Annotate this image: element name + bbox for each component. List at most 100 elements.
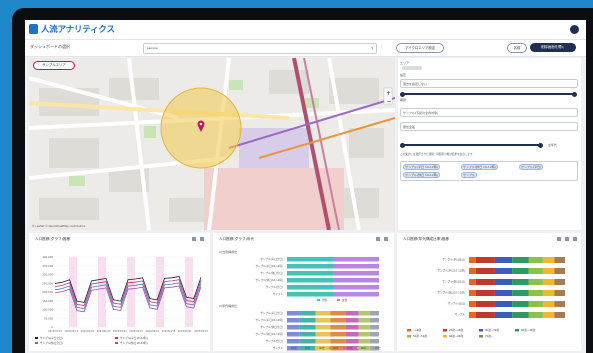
compare-chip[interactable]: サンプル(休日 10-12時) xyxy=(403,172,440,178)
area-settings-label: マイクロエリア設定 xyxy=(404,46,436,50)
bar-segment xyxy=(542,301,555,307)
age-share-chart[interactable]: サンプル(平日全日) サンプル(平日10-12時) サンプル(休日全日) サンプル(休… xyxy=(397,233,581,351)
more-icon[interactable]: ⋮ xyxy=(380,44,383,48)
bar-row-label: サンプル(平日10-12時) xyxy=(255,264,283,268)
legend-label: 40代 xyxy=(333,346,339,350)
bar-segment xyxy=(369,339,379,344)
map-attribution: © Leaflet © OpenStreetMap contributors xyxy=(32,225,86,228)
legend-label: 女性 xyxy=(342,298,348,302)
x-tick-label: 2023/01/15 xyxy=(64,330,78,333)
bar-segment xyxy=(542,312,555,318)
target-select[interactable]: サンプル(下記の全件対象) xyxy=(400,108,578,117)
bar-segment xyxy=(542,290,555,296)
bar-segment xyxy=(528,301,543,307)
legend-label: 70代 xyxy=(375,346,381,350)
legend-swatch xyxy=(115,337,118,339)
bar-row-label: サンプル xyxy=(273,346,284,350)
bar-segment xyxy=(494,312,513,318)
expand-icon[interactable] xyxy=(192,237,196,241)
attribute-select[interactable]: 属性全般 xyxy=(400,122,578,131)
bar-segment xyxy=(542,257,555,263)
compare-chip[interactable]: サンプル(休日 10-12時) xyxy=(461,164,498,170)
x-tick-label: 2023/01/01 xyxy=(48,330,62,333)
bar-segment xyxy=(512,301,529,307)
area-chip[interactable]: サンプルエリア xyxy=(33,61,75,70)
bar-segment xyxy=(287,271,333,276)
name-button-label: 名前 xyxy=(513,46,521,50)
bar-segment xyxy=(542,268,555,274)
card-gender-age: 人口推移(グラフ)年代 1)性別構成比 2)年代構成比 サンプル(平日全日) サン… xyxy=(213,233,394,351)
legend-swatch xyxy=(317,299,320,301)
bar-row-label: サンプル(平日全日) xyxy=(260,257,283,261)
area-settings-button[interactable]: マイクロエリア設定 xyxy=(396,43,444,53)
trend-line-chart[interactable]: 400,000 350,000 300,000 250,000 200,000 150,0… xyxy=(29,243,210,351)
app-logo[interactable]: 人流アナリティクス xyxy=(29,23,115,35)
x-tick-label: 2023/03/01 xyxy=(113,330,127,333)
zoom-control[interactable]: + − xyxy=(383,87,393,105)
bar-segment xyxy=(469,279,476,285)
legend-swatch xyxy=(301,347,304,349)
bar-segment xyxy=(299,311,316,316)
period-select[interactable]: 過去を指定しない xyxy=(400,79,578,88)
compare-chip-box[interactable]: サンプル(平日 10-12時) サンプル(休日 10-12時) サンプル(平日)… xyxy=(400,161,578,181)
gender-age-chart[interactable]: サンプル(平日全日) サンプル(平日10-12時) サンプル(休日全日) サンプル(休… xyxy=(213,233,394,351)
legend-swatch xyxy=(329,347,332,349)
legend-swatch xyxy=(343,347,346,349)
bar-segment xyxy=(330,318,346,323)
dashboard-select[interactable]: sample ▾ xyxy=(143,43,377,54)
attribute-select-value: 属性全般 xyxy=(403,124,416,129)
bar-segment xyxy=(528,290,543,296)
user-avatar-icon[interactable] xyxy=(570,25,579,34)
legend-label: 20代 xyxy=(305,346,311,350)
panel-note: この集計には選択された期間・時間帯の推計結果を表示します xyxy=(400,153,473,156)
compare-chip[interactable]: サンプル(平日 10-12時) xyxy=(403,164,440,170)
bar-segment xyxy=(512,257,529,263)
bar-row-label: サンプル(全日) xyxy=(265,339,283,343)
compare-chip[interactable]: サンプル(平日) xyxy=(519,164,544,170)
map-canvas[interactable]: + − xyxy=(29,58,395,230)
bar-segment xyxy=(358,311,370,316)
legend-swatch xyxy=(407,329,411,332)
y-tick-label: 50,000 xyxy=(44,316,53,320)
bar-segment xyxy=(330,339,346,344)
bar-segment xyxy=(469,312,476,318)
time-slider-end[interactable] xyxy=(572,91,577,97)
legend-swatch xyxy=(371,347,374,349)
x-tick-label: 2023/05/15 xyxy=(194,330,208,333)
bar-segment xyxy=(554,290,565,296)
bar-segment xyxy=(469,301,476,307)
more-icon[interactable] xyxy=(200,237,204,241)
open-delete-button[interactable]: 削除画面を開く xyxy=(530,43,576,52)
legend-label: 10代 xyxy=(291,346,297,350)
open-delete-label: 削除画面を開く xyxy=(541,45,565,49)
legend-swatch xyxy=(287,347,290,349)
bar-segment xyxy=(287,318,300,323)
area-chip-label: サンプルエリア xyxy=(42,63,66,67)
bar-row-label: サンプル(平日全日) xyxy=(260,311,283,315)
bar-segment xyxy=(299,318,316,323)
bar-segment xyxy=(554,301,565,307)
legend-label: サンプル(平日全日) xyxy=(40,336,63,340)
bar-row-label: サンプル(休日10-12時) xyxy=(255,332,283,336)
bar-segment xyxy=(528,312,543,318)
legend-swatch xyxy=(443,335,447,338)
age-slider-start[interactable] xyxy=(400,142,405,148)
compare-chip[interactable]: サンプル xyxy=(461,172,477,178)
area-tag[interactable] xyxy=(402,66,422,70)
bar-segment xyxy=(475,257,495,263)
age-slider[interactable] xyxy=(402,144,542,146)
bar-segment xyxy=(345,311,359,316)
bar-segment xyxy=(528,257,543,263)
dashboard-select-value: sample xyxy=(147,46,158,50)
time-slider-start[interactable] xyxy=(400,91,405,97)
bar-segment xyxy=(299,325,316,330)
bar-segment xyxy=(333,278,379,283)
map-view[interactable]: + − サンプルエリア © Leaflet © OpenStreetMap co… xyxy=(29,58,395,230)
time-slider[interactable] xyxy=(402,93,576,95)
age-slider-end[interactable] xyxy=(538,142,543,148)
legend-label: 60代 xyxy=(361,346,367,350)
bar-segment xyxy=(528,268,543,274)
bar-segment xyxy=(333,292,379,297)
name-button[interactable]: 名前 xyxy=(507,43,527,53)
legend-label: 50代 xyxy=(347,346,353,350)
